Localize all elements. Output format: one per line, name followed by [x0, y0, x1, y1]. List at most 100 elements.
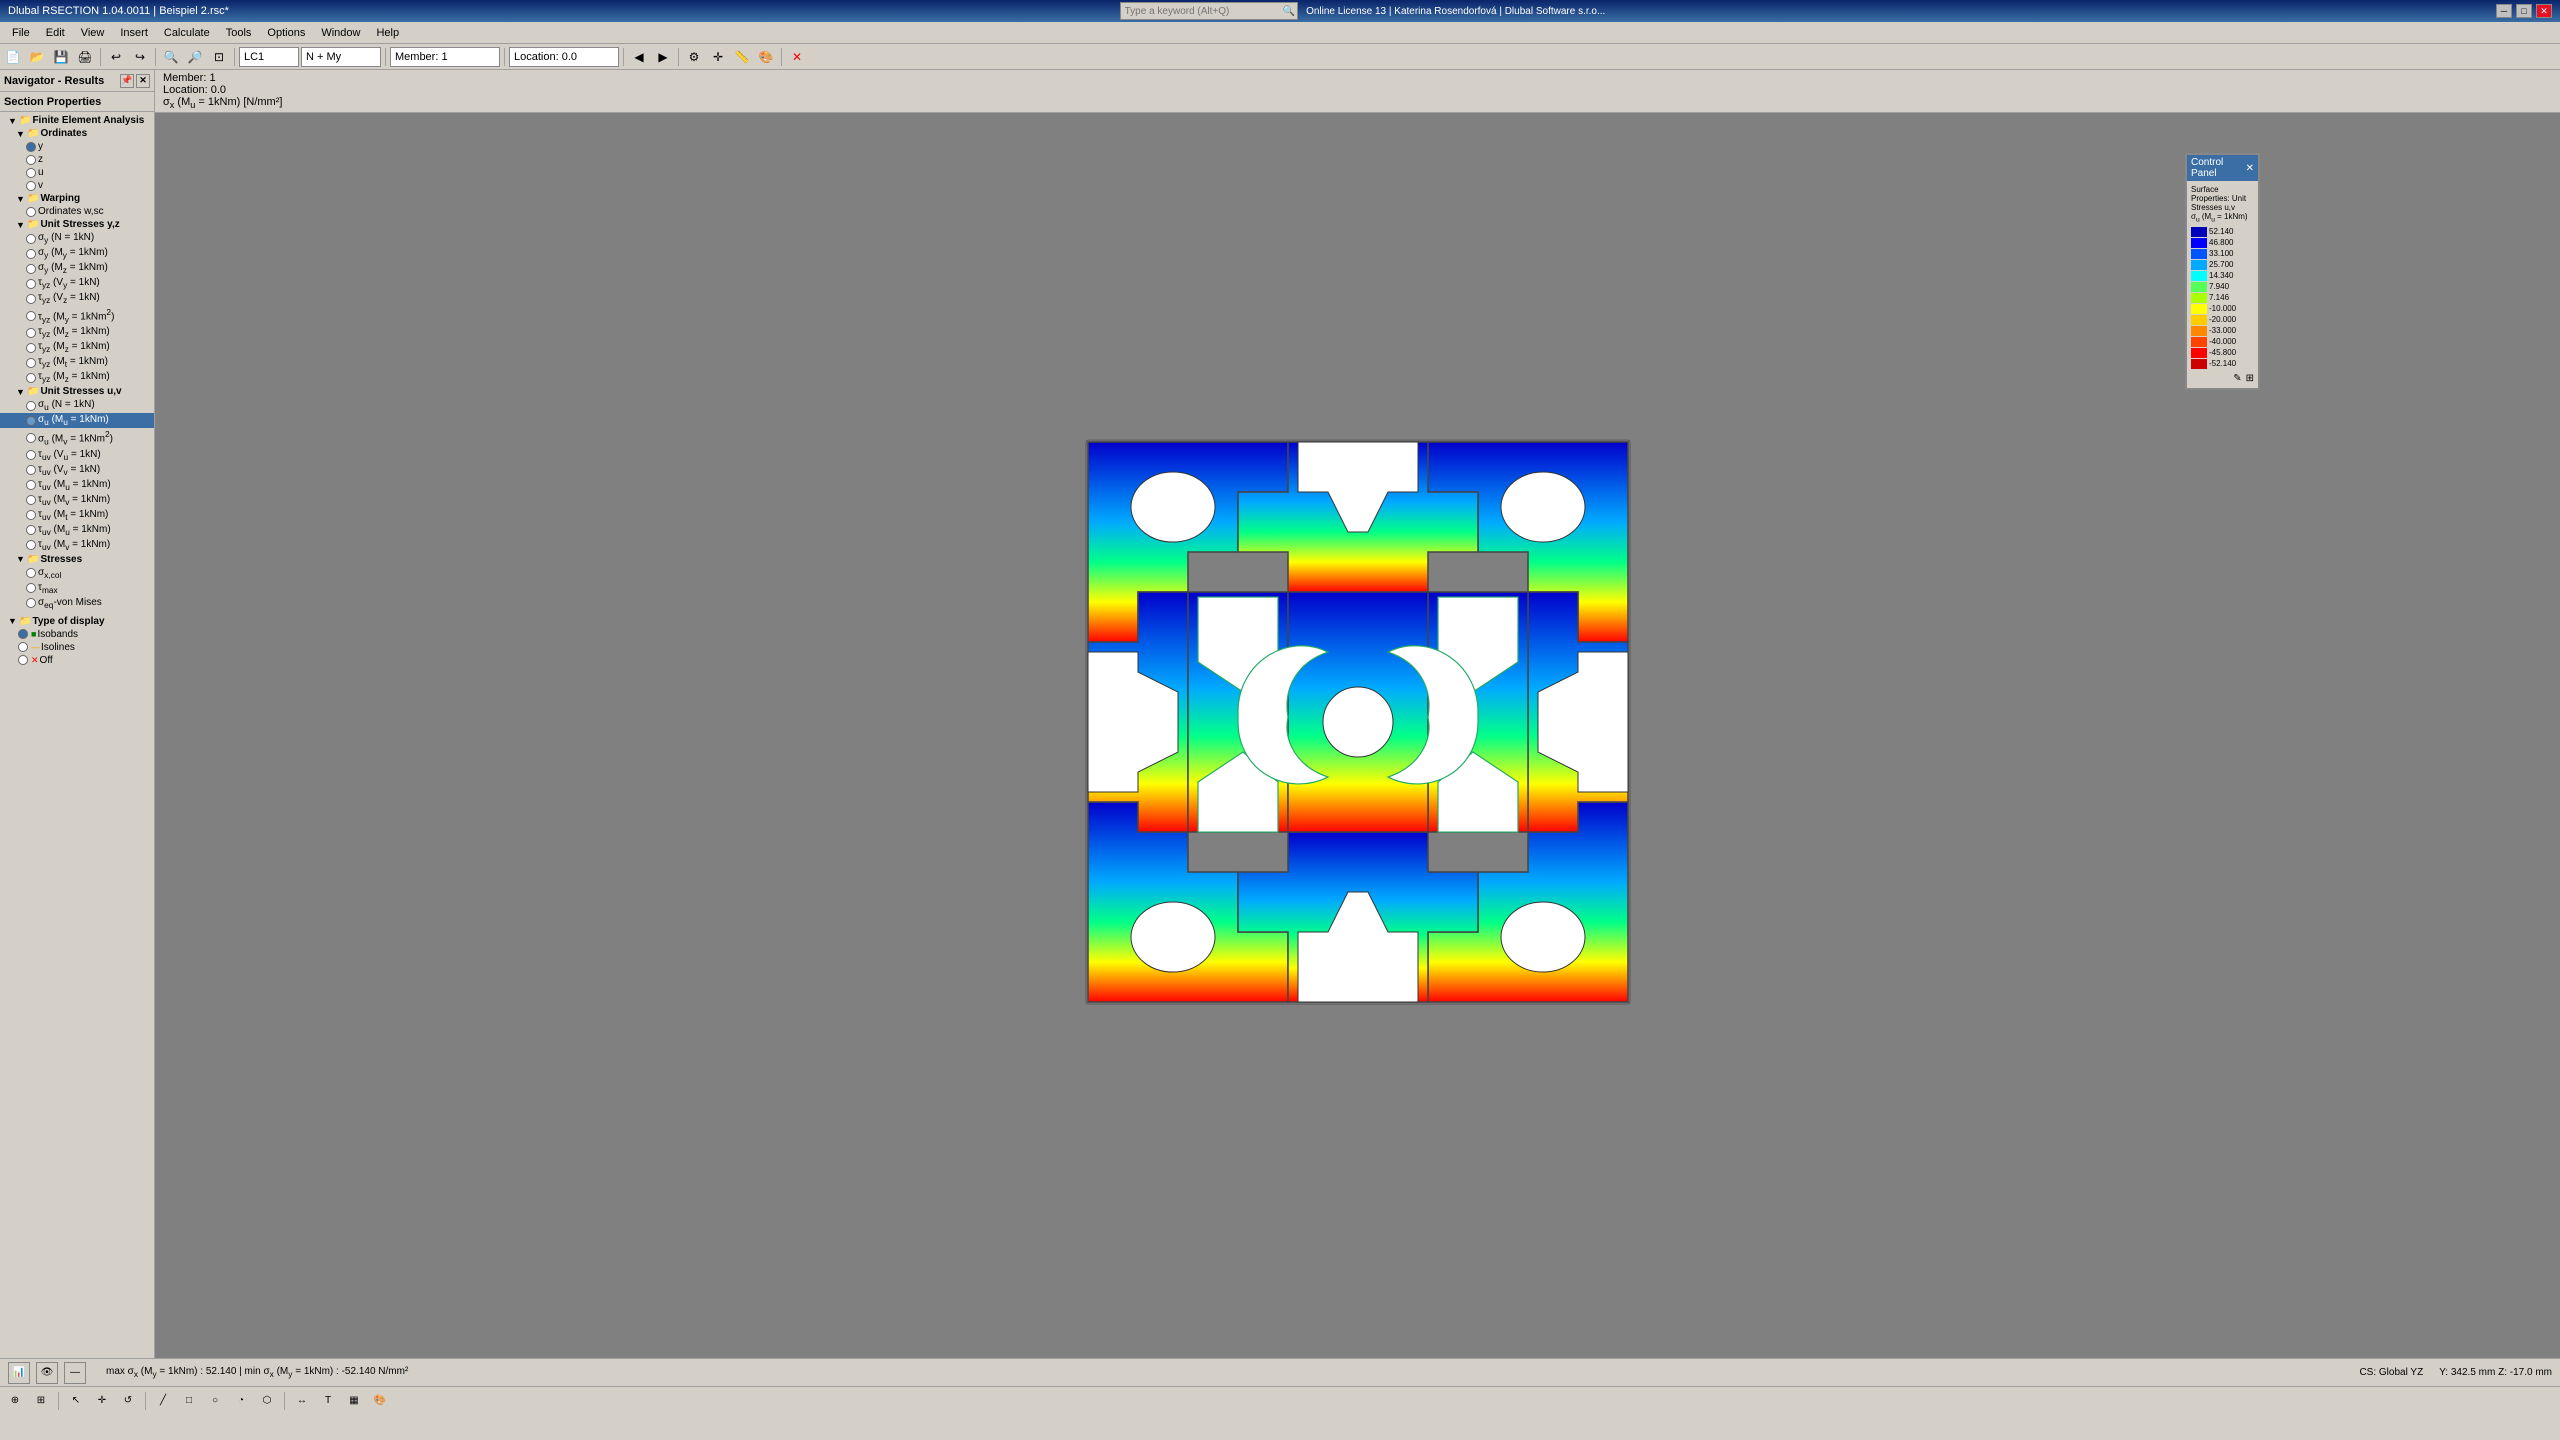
new-button[interactable]: 📄 — [2, 46, 24, 68]
location-dropdown[interactable]: Location: 0.0 — [509, 47, 619, 67]
ord-z-item[interactable]: z — [0, 153, 154, 166]
usyz-10[interactable]: τyz (Mz = 1kNm) — [0, 370, 154, 385]
menu-tools[interactable]: Tools — [218, 25, 260, 41]
stop-button[interactable]: ✕ — [786, 46, 808, 68]
usuv-6[interactable]: τuv (Mu = 1kNm) — [0, 478, 154, 493]
draw-rect-btn[interactable]: □ — [178, 1390, 200, 1412]
color-button[interactable]: 🎨 — [755, 46, 777, 68]
unit-stress-yz-section[interactable]: ▼ 📁 Unit Stresses y,z — [0, 218, 154, 231]
usyz-2[interactable]: σy (My = 1kNm) — [0, 246, 154, 261]
usuv-1[interactable]: σu (N = 1kN) — [0, 398, 154, 413]
r1 — [26, 234, 36, 244]
usuv-9[interactable]: τuv (Mu = 1kNm) — [0, 523, 154, 538]
search-input[interactable] — [1121, 6, 1281, 17]
menu-edit[interactable]: Edit — [38, 25, 73, 41]
results-icon[interactable]: 📊 — [8, 1362, 30, 1384]
draw-line-btn[interactable]: ╱ — [152, 1390, 174, 1412]
nav-close-button[interactable]: ✕ — [136, 74, 150, 88]
usuv-10[interactable]: τuv (Mv = 1kNm) — [0, 538, 154, 553]
zoom-fit-button[interactable]: ⊡ — [208, 46, 230, 68]
nav-pin-button[interactable]: 📌 — [120, 74, 134, 88]
prev-button[interactable]: ◀ — [628, 46, 650, 68]
usyz-3[interactable]: σy (Mz = 1kNm) — [0, 261, 154, 276]
member-dropdown[interactable]: Member: 1 — [390, 47, 500, 67]
stress-tmax[interactable]: τmax — [0, 581, 154, 596]
usuv-7[interactable]: τuv (Mv = 1kNm) — [0, 493, 154, 508]
usyz-5[interactable]: τyz (Vz = 1kN) — [0, 291, 154, 306]
zoom-in-button[interactable]: 🔍 — [160, 46, 182, 68]
move-btn[interactable]: ✛ — [91, 1390, 113, 1412]
render-button[interactable]: ⚙ — [683, 46, 705, 68]
menu-view[interactable]: View — [73, 25, 113, 41]
sep1 — [100, 48, 101, 66]
usuv-8[interactable]: τuv (Mt = 1kNm) — [0, 508, 154, 523]
usyz-9[interactable]: τyz (Mt = 1kNm) — [0, 355, 154, 370]
select-btn[interactable]: ↖ — [65, 1390, 87, 1412]
menu-file[interactable]: File — [4, 25, 38, 41]
ord-v-item[interactable]: v — [0, 179, 154, 192]
usuv-5[interactable]: τuv (Vv = 1kN) — [0, 463, 154, 478]
menu-calculate[interactable]: Calculate — [156, 25, 218, 41]
usuv-3[interactable]: σu (Mv = 1kNm2) — [0, 428, 154, 447]
ord-folder-icon: 📁 — [27, 128, 39, 139]
save-button[interactable]: 💾 — [50, 46, 72, 68]
display-isobands[interactable]: ■ Isobands — [0, 628, 154, 641]
stress-sx[interactable]: σx,col — [0, 566, 154, 581]
usuv-2-selected[interactable]: σu (Mu = 1kNm) — [0, 413, 154, 428]
usyz-7[interactable]: τyz (Mz = 1kNm) — [0, 325, 154, 340]
color-panel-close[interactable]: ✕ — [2246, 163, 2254, 174]
usyz-6[interactable]: τyz (My = 1kNm2) — [0, 306, 154, 325]
scale-color-4 — [2191, 260, 2207, 270]
maximize-button[interactable]: □ — [2516, 4, 2532, 18]
color2-btn[interactable]: 🎨 — [369, 1390, 391, 1412]
next-button[interactable]: ▶ — [652, 46, 674, 68]
usyz-8[interactable]: τyz (Mz = 1kNm) — [0, 340, 154, 355]
view3d-icon[interactable]: 👁 — [36, 1362, 58, 1384]
text-btn[interactable]: T — [317, 1390, 339, 1412]
close-button[interactable]: ✕ — [2536, 4, 2552, 18]
type-display-section[interactable]: ▼ 📁 Type of display — [0, 615, 154, 628]
canvas-area[interactable]: Control Panel ✕ Surface Properties: Unit… — [155, 113, 2560, 1358]
warp-wsc-item[interactable]: Ordinates w,sc — [0, 205, 154, 218]
snap-btn[interactable]: ⊕ — [4, 1390, 26, 1412]
grid-btn[interactable]: ⊞ — [30, 1390, 52, 1412]
display-off[interactable]: ✕ Off — [0, 654, 154, 667]
stress-eq[interactable]: σeq-von Mises — [0, 596, 154, 611]
r4 — [26, 279, 36, 289]
print-button[interactable]: 🖨 — [74, 46, 96, 68]
usyz-1[interactable]: σy (N = 1kN) — [0, 231, 154, 246]
stresses-section[interactable]: ▼ 📁 Stresses — [0, 553, 154, 566]
menu-window[interactable]: Window — [313, 25, 368, 41]
draw-poly-btn[interactable]: ⬡ — [256, 1390, 278, 1412]
unit-stress-uv-section[interactable]: ▼ 📁 Unit Stresses u,v — [0, 385, 154, 398]
ruler-button[interactable]: 📏 — [731, 46, 753, 68]
lc-dropdown[interactable]: LC1 — [239, 47, 299, 67]
redo-button[interactable]: ↪ — [129, 46, 151, 68]
menu-options[interactable]: Options — [259, 25, 313, 41]
menu-help[interactable]: Help — [368, 25, 407, 41]
rotate-btn[interactable]: ↺ — [117, 1390, 139, 1412]
scale-table-icon[interactable]: ⊞ — [2246, 373, 2254, 384]
r2 — [26, 249, 36, 259]
ord-y-item[interactable]: y — [0, 140, 154, 153]
draw-circle-btn[interactable]: ○ — [204, 1390, 226, 1412]
lc-type-dropdown[interactable]: N + My — [301, 47, 381, 67]
usyz-4[interactable]: τyz (Vy = 1kN) — [0, 276, 154, 291]
dim-btn[interactable]: ↔ — [291, 1390, 313, 1412]
hatch-btn[interactable]: ▦ — [343, 1390, 365, 1412]
minimize-button[interactable]: ─ — [2496, 4, 2512, 18]
zoom-out-button[interactable]: 🔎 — [184, 46, 206, 68]
finite-element-section[interactable]: ▼ 📁 Finite Element Analysis — [0, 114, 154, 127]
display-isolines[interactable]: — Isolines — [0, 641, 154, 654]
axes-button[interactable]: ✛ — [707, 46, 729, 68]
settings-icon[interactable]: — — [64, 1362, 86, 1384]
undo-button[interactable]: ↩ — [105, 46, 127, 68]
ordinates-section[interactable]: ▼ 📁 Ordinates — [0, 127, 154, 140]
draw-arc-btn[interactable]: ◔ — [230, 1390, 252, 1412]
usuv-4[interactable]: τuv (Vu = 1kN) — [0, 448, 154, 463]
menu-insert[interactable]: Insert — [112, 25, 156, 41]
ord-u-item[interactable]: u — [0, 166, 154, 179]
open-button[interactable]: 📂 — [26, 46, 48, 68]
warping-section[interactable]: ▼ 📁 Warping — [0, 192, 154, 205]
scale-edit-icon[interactable]: ✎ — [2233, 373, 2241, 384]
